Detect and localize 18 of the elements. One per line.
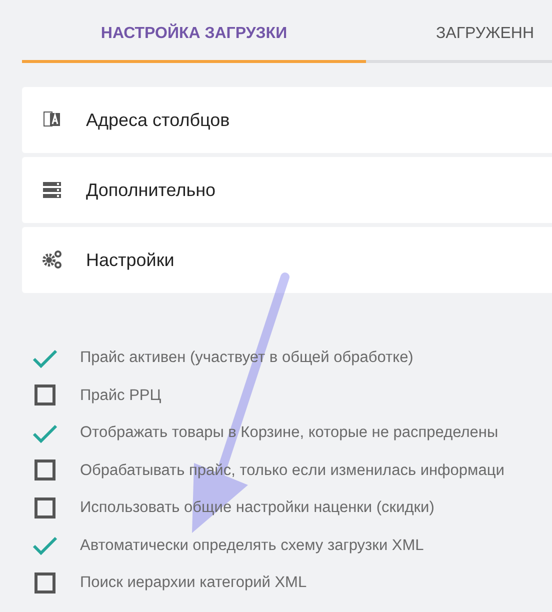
option-label: Обрабатывать прайс, только если изменилась информаци [80, 460, 504, 481]
section-button[interactable]: Адреса столбцов [22, 87, 552, 153]
checkbox[interactable] [32, 457, 58, 484]
checkbox[interactable] [32, 570, 58, 596]
tab[interactable]: НАСТРОЙКА ЗАГРУЗКИ [22, 18, 366, 63]
option-label: Поиск иерархии категорий XML [80, 573, 307, 594]
tab[interactable]: ЗАГРУЖЕНН [366, 18, 552, 63]
option-label: Использовать общие настройки наценки (скидки) [80, 498, 434, 518]
option-label: Автоматически определять схему загрузки XML [80, 536, 424, 556]
server-icon [42, 180, 62, 200]
section-button[interactable]: Настройки [22, 227, 552, 293]
checkbox[interactable] [32, 382, 58, 408]
option-label: Отображать товары в Корзине, которые не распределены [80, 423, 498, 444]
checkbox[interactable] [32, 494, 58, 521]
option-label: Прайс РРЦ [80, 386, 162, 406]
gears-icon [42, 250, 62, 270]
option-label: Прайс активен (участвует в общей обработке) [80, 348, 414, 368]
section-button[interactable]: Дополнительно [22, 157, 552, 223]
